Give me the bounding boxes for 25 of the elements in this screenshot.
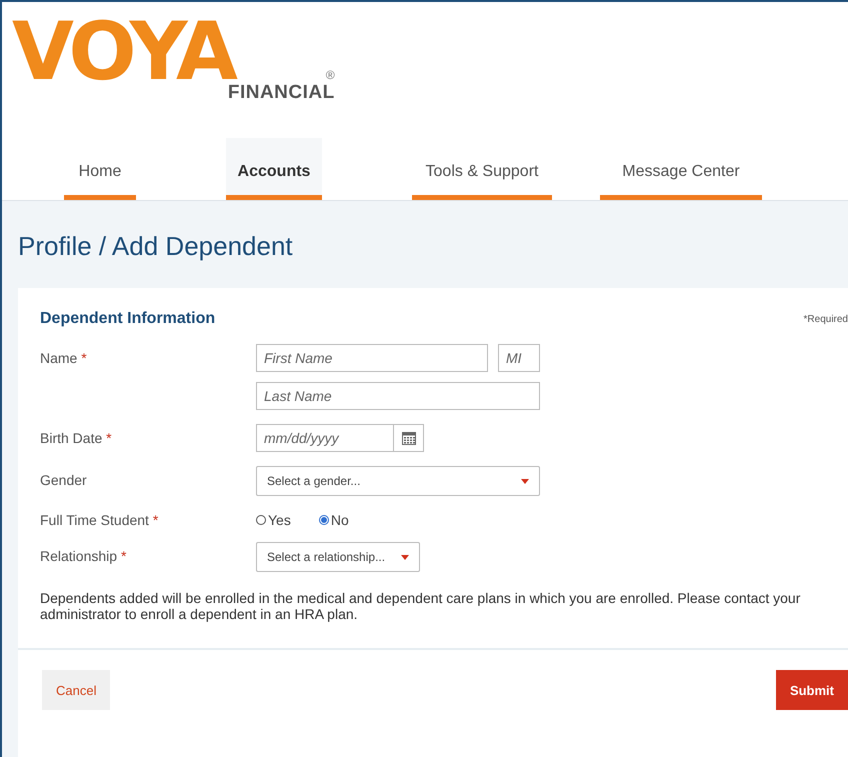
section-title: Dependent Information [40,310,216,328]
dropdown-select[interactable]: Select a relationship... [256,542,420,572]
logo: VOYA ® FINANCIAL [11,4,336,105]
field-label: Birth Date * [40,429,113,448]
last-name-field[interactable]: Last Name [256,382,540,410]
cancel-button[interactable]: Cancel [42,670,110,710]
calendar-icon [402,432,416,444]
first-name-field[interactable]: First Name [256,344,488,372]
caret-icon [401,554,409,560]
page-title: Profile / Add Dependent [17,230,294,263]
radio-option[interactable]: Yes [256,512,291,528]
nav-tab[interactable]: Accounts [226,138,322,200]
required-note: *Required [804,314,848,324]
radio-option[interactable]: No [318,512,349,528]
dropdown-select[interactable]: Select a gender... [256,466,540,496]
field-label: Full Time Student * [40,511,160,528]
calendar-button[interactable] [394,424,424,452]
date-field[interactable]: mm/dd/yyyy [256,424,394,452]
field-label: Relationship * [40,547,128,566]
caret-icon [521,478,529,484]
middle-initial-field[interactable]: MI [498,344,540,372]
submit-button[interactable]: Submit [776,670,848,710]
field-label: Name * [40,349,88,368]
field-label: Gender [40,471,88,490]
notice-text: Dependents added will be enrolled in the medical and dependent care plans in which you are enrolled. Please contact your administrator to enroll a dependent in an HRA plan. [40,590,802,622]
